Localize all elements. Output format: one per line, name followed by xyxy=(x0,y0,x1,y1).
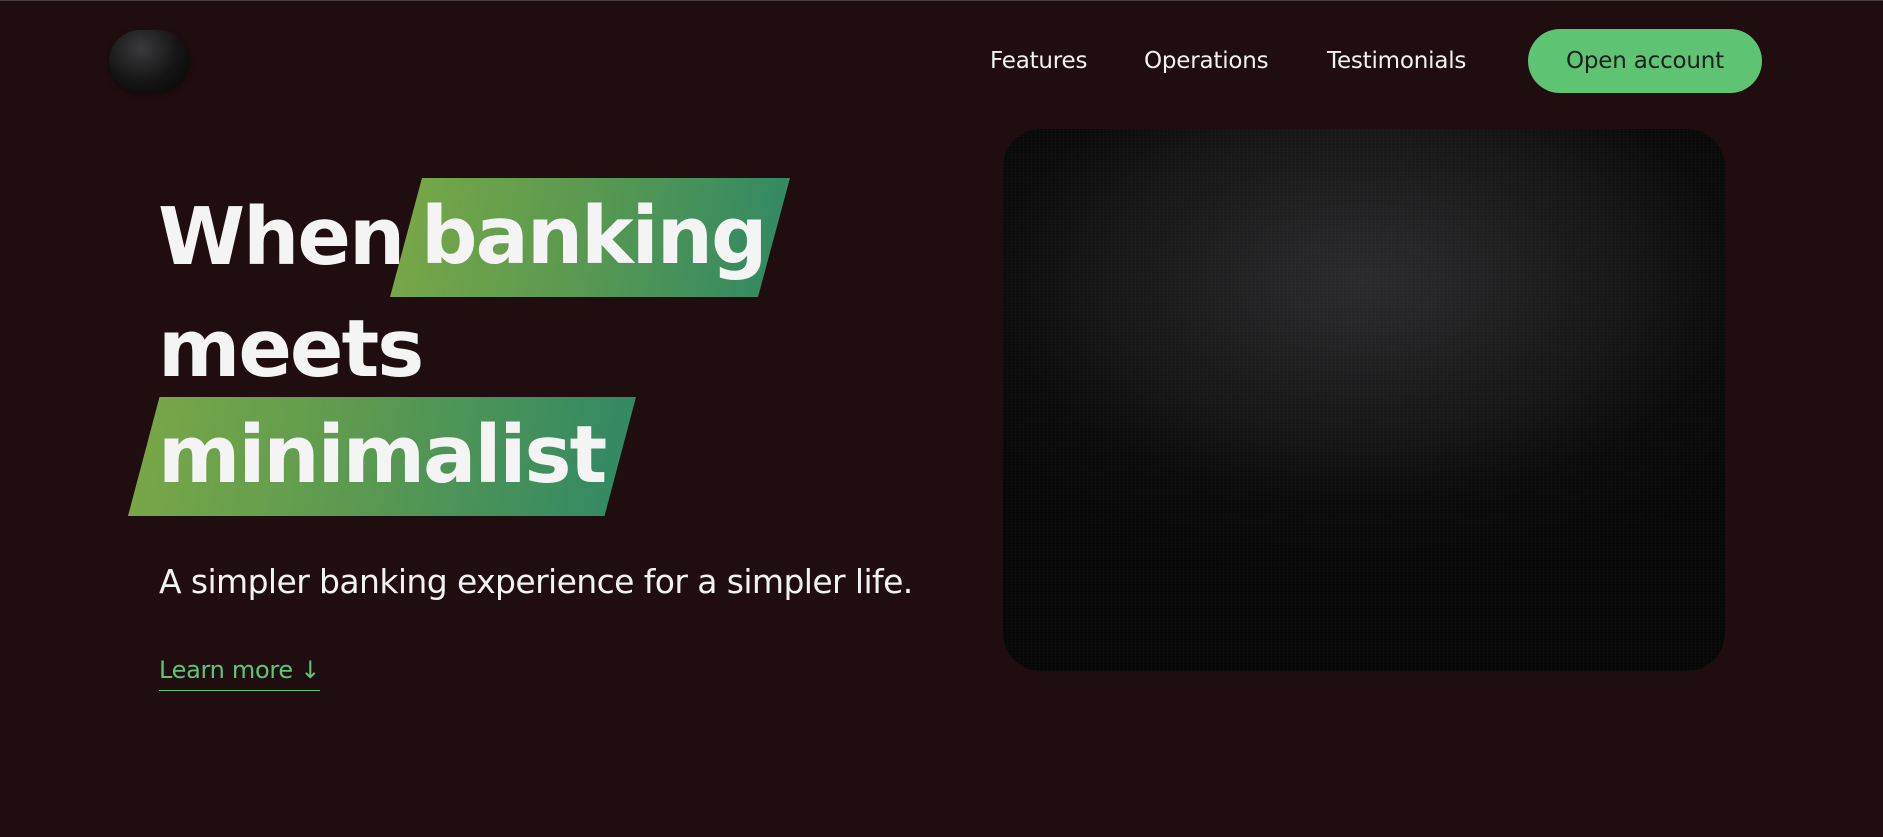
hero-subtitle: A simpler banking experience for a simpl… xyxy=(159,562,913,601)
hero-image xyxy=(1003,129,1725,671)
headline-highlight-minimalist: minimalist xyxy=(128,397,636,516)
nav-link-testimonials[interactable]: Testimonials xyxy=(1327,46,1466,76)
open-account-button[interactable]: Open account xyxy=(1528,29,1762,93)
nav-link-operations[interactable]: Operations xyxy=(1144,46,1269,76)
learn-more-link[interactable]: Learn more ↓ xyxy=(159,654,320,691)
headline-word-meets: meets xyxy=(158,303,424,395)
headline-word-banking: banking xyxy=(421,190,768,282)
nav-link-features[interactable]: Features xyxy=(990,46,1087,76)
top-border xyxy=(0,0,1883,1)
headline-word-minimalist: minimalist xyxy=(158,409,607,501)
logo-icon[interactable] xyxy=(109,30,189,92)
headline-highlight-banking: banking xyxy=(390,178,790,297)
headline-word-when: When xyxy=(158,191,405,283)
